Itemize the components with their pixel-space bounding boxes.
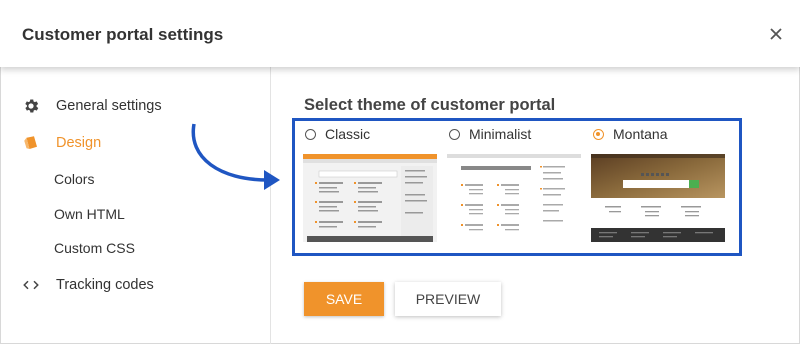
theme-option-montana[interactable]: Montana bbox=[593, 125, 667, 143]
dialog-header: Customer portal settings bbox=[0, 0, 800, 67]
sidebar-item-tracking-codes[interactable]: Tracking codes bbox=[22, 276, 154, 294]
code-icon bbox=[23, 280, 39, 290]
sidebar-subitem-colors[interactable]: Colors bbox=[54, 171, 94, 187]
theme-label: Minimalist bbox=[469, 126, 532, 142]
sidebar-item-general-settings[interactable]: General settings bbox=[22, 97, 162, 115]
preview-button[interactable]: PREVIEW bbox=[395, 282, 501, 316]
sidebar-item-label: General settings bbox=[56, 98, 162, 114]
sidebar-subitem-custom-css[interactable]: Custom CSS bbox=[54, 240, 135, 256]
theme-option-minimalist[interactable]: Minimalist bbox=[449, 125, 531, 143]
close-icon[interactable] bbox=[764, 22, 788, 46]
annotation-arrow bbox=[191, 123, 280, 190]
radio-montana[interactable] bbox=[593, 128, 604, 140]
section-title: Select theme of customer portal bbox=[304, 96, 556, 114]
thumbnail-minimalist[interactable] bbox=[447, 154, 581, 242]
dialog-title: Customer portal settings bbox=[22, 25, 224, 44]
theme-label: Classic bbox=[325, 126, 371, 142]
radio-classic[interactable] bbox=[305, 128, 316, 140]
sidebar-subitem-own-html[interactable]: Own HTML bbox=[54, 206, 125, 222]
thumbnail-classic[interactable] bbox=[303, 154, 437, 242]
radio-minimalist[interactable] bbox=[449, 128, 460, 140]
sidebar-item-design[interactable]: Design bbox=[22, 134, 101, 152]
theme-label: Montana bbox=[613, 126, 668, 142]
theme-option-classic[interactable]: Classic bbox=[305, 125, 370, 143]
gear-icon bbox=[25, 99, 39, 113]
thumbnail-montana[interactable] bbox=[591, 154, 725, 242]
sidebar-item-label: Design bbox=[56, 135, 102, 151]
brush-icon bbox=[24, 136, 37, 149]
sidebar-divider bbox=[270, 67, 271, 344]
sidebar-item-label: Tracking codes bbox=[56, 277, 154, 293]
save-button[interactable]: SAVE bbox=[304, 282, 384, 316]
